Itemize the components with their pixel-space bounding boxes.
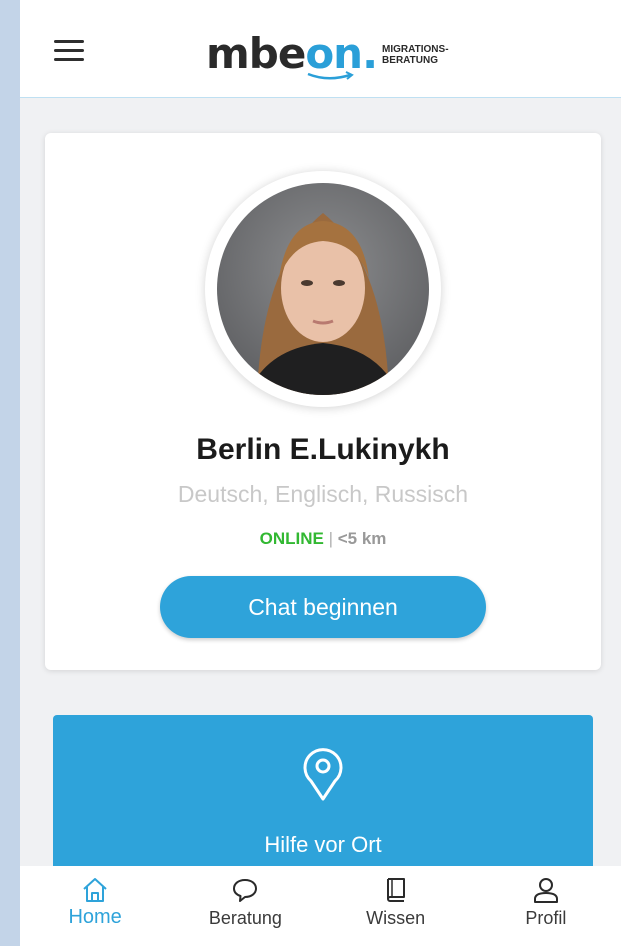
counselor-languages: Deutsch, Englisch, Russisch — [177, 481, 469, 507]
nav-label-profil: Profil — [525, 908, 567, 928]
avatar — [217, 183, 429, 395]
hamburger-menu-icon[interactable] — [54, 40, 84, 61]
online-status-badge: ONLINE — [259, 529, 324, 548]
status-line: ONLINE | <5 km — [45, 529, 601, 549]
nav-item-beratung[interactable]: Beratung — [170, 866, 320, 946]
nav-item-profil[interactable]: Profil — [471, 866, 621, 946]
counselor-card: Berlin E.Lukinykh Deutsch, Englisch, Rus… — [45, 133, 601, 670]
nav-label-home: Home — [68, 906, 122, 928]
counselor-name: Berlin E.Lukinykh — [196, 433, 450, 466]
app-header: mbeon. MIGRATIONS- BERATUNG — [20, 0, 621, 98]
start-chat-button[interactable]: Chat beginnen — [160, 576, 486, 638]
avatar-frame — [205, 171, 441, 407]
chat-bubble-icon — [233, 879, 258, 902]
status-separator: | — [328, 529, 333, 548]
bottom-navigation: Home Beratung Wissen Profil — [20, 866, 621, 946]
local-help-label: Hilfe vor Ort — [264, 832, 382, 857]
nav-item-wissen[interactable]: Wissen — [321, 866, 471, 946]
location-pin-icon — [303, 748, 343, 801]
logo-subtitle: MIGRATIONS- BERATUNG — [382, 44, 449, 66]
distance-label: <5 km — [337, 529, 387, 548]
mbeon-logo[interactable]: mbeon. MIGRATIONS- BERATUNG — [206, 26, 449, 80]
nav-label-beratung: Beratung — [208, 908, 282, 928]
app-screen: mbeon. MIGRATIONS- BERATUNG Berlin E.Luk… — [20, 0, 621, 946]
logo-swoosh-icon — [307, 71, 354, 80]
nav-item-home[interactable]: Home — [20, 866, 170, 946]
user-icon — [533, 878, 558, 903]
nav-label-wissen: Wissen — [366, 908, 426, 928]
book-icon — [386, 878, 405, 902]
home-icon — [83, 878, 107, 902]
